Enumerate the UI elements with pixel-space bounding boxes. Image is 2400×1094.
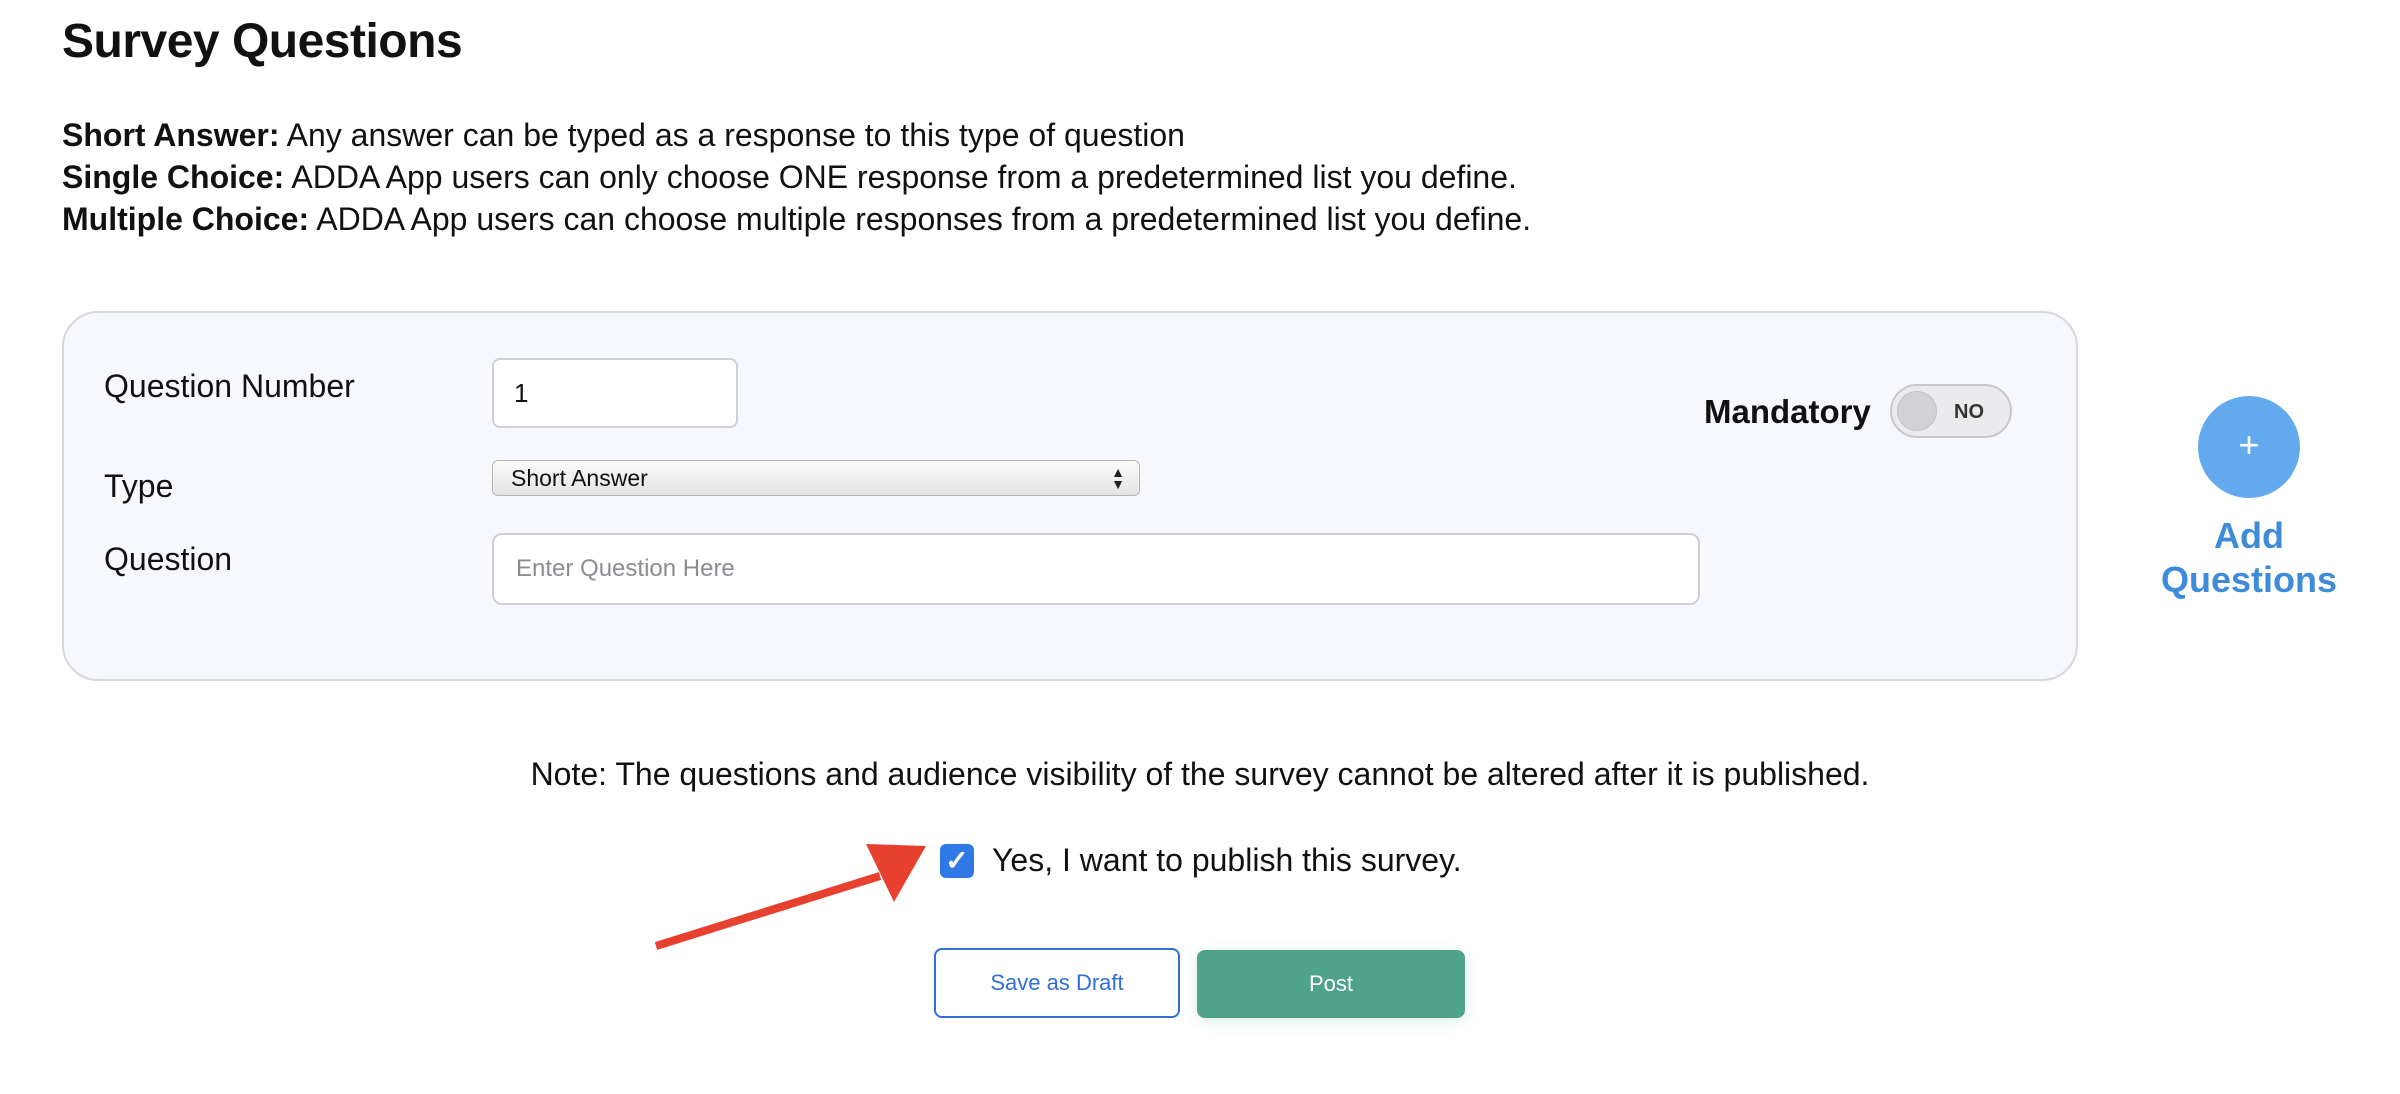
publish-note: Note: The questions and audience visibil… bbox=[530, 756, 1870, 792]
mandatory-toggle[interactable]: NO bbox=[1890, 384, 2012, 438]
definition-multiple-choice: Multiple Choice: ADDA App users can choo… bbox=[62, 198, 1531, 240]
toggle-knob bbox=[1897, 391, 1937, 431]
definition-text: ADDA App users can only choose ONE respo… bbox=[284, 159, 1517, 195]
post-button[interactable]: Post bbox=[1197, 950, 1465, 1018]
definition-short-answer: Short Answer: Any answer can be typed as… bbox=[62, 114, 1531, 156]
publish-checkbox-label[interactable]: Yes, I want to publish this survey. bbox=[992, 842, 1462, 879]
question-type-definitions: Short Answer: Any answer can be typed as… bbox=[62, 114, 1531, 240]
page-title: Survey Questions bbox=[62, 15, 463, 68]
question-number-input[interactable] bbox=[492, 358, 738, 428]
publish-checkbox[interactable]: ✓ bbox=[940, 844, 974, 878]
plus-icon: + bbox=[2238, 424, 2260, 465]
definition-term: Short Answer: bbox=[62, 117, 280, 153]
definition-single-choice: Single Choice: ADDA App users can only c… bbox=[62, 156, 1531, 198]
checkmark-icon: ✓ bbox=[945, 845, 969, 876]
definition-text: Any answer can be typed as a response to… bbox=[279, 117, 1185, 153]
save-draft-button[interactable]: Save as Draft bbox=[934, 948, 1180, 1018]
definition-term: Multiple Choice: bbox=[62, 201, 310, 237]
question-label: Question bbox=[104, 541, 233, 577]
type-selected-value: Short Answer bbox=[511, 465, 648, 491]
add-questions-label[interactable]: Add Questions bbox=[2150, 514, 2348, 602]
question-card: Question Number Type Short Answer ▲▼ Que… bbox=[62, 311, 2078, 681]
type-label: Type bbox=[104, 468, 174, 504]
question-input[interactable] bbox=[492, 533, 1700, 605]
definition-text: ADDA App users can choose multiple respo… bbox=[309, 201, 1532, 237]
add-question-button[interactable]: + bbox=[2198, 396, 2300, 498]
mandatory-label: Mandatory bbox=[1704, 393, 1871, 430]
question-number-label: Question Number bbox=[104, 368, 355, 404]
definition-term: Single Choice: bbox=[62, 159, 285, 195]
select-arrows-icon: ▲ ▼ bbox=[1111, 464, 1125, 492]
toggle-state-text: NO bbox=[1954, 401, 1984, 423]
type-select[interactable]: Short Answer ▲ ▼ bbox=[492, 460, 1140, 496]
